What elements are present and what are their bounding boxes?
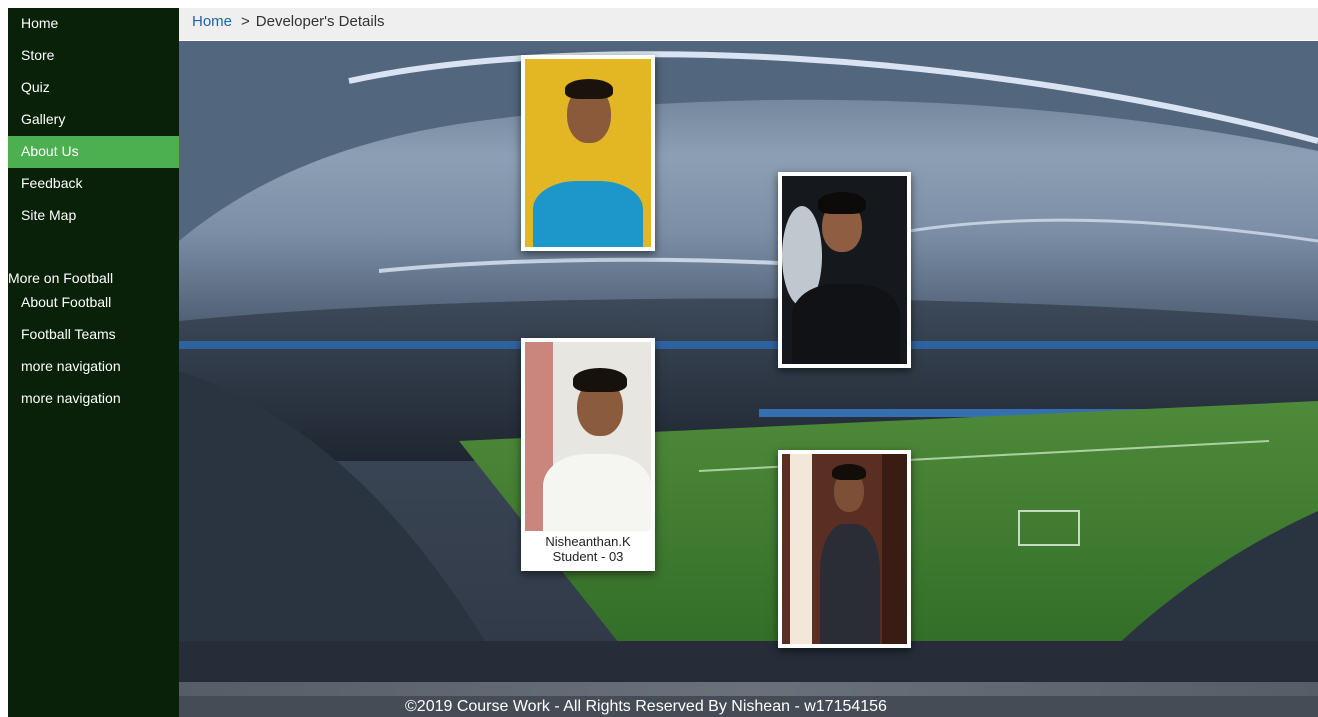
sidebar-group-title: More on Football (8, 270, 114, 286)
developer-card: Nisheanthan.K Student - 03 (521, 338, 655, 571)
footer-copyright: ©2019 Course Work - All Rights Reserved … (405, 698, 887, 715)
developer-photo (782, 176, 907, 364)
developer-photo (782, 454, 907, 644)
breadcrumb-home-link[interactable]: Home (192, 13, 232, 30)
sidebar: Home Store Quiz Gallery About Us Feedbac… (8, 8, 179, 717)
sidebar-item-feedback[interactable]: Feedback (8, 168, 179, 200)
developer-photo (525, 59, 651, 247)
sidebar-item-quiz[interactable]: Quiz (8, 72, 179, 104)
sidebar-item-football-teams[interactable]: Football Teams (8, 319, 179, 351)
developer-name: Nisheanthan.K (545, 534, 631, 549)
developer-card (521, 55, 655, 251)
footer: ©2019 Course Work - All Rights Reserved … (179, 682, 1318, 717)
developer-photo (525, 342, 651, 531)
developer-card (778, 450, 911, 648)
sidebar-item-about-football[interactable]: About Football (8, 287, 179, 319)
sidebar-item-site-map[interactable]: Site Map (8, 200, 179, 232)
breadcrumb: Home > Developer's Details (179, 8, 1318, 40)
sidebar-item-store[interactable]: Store (8, 40, 179, 72)
sidebar-item-home[interactable]: Home (8, 8, 179, 40)
sidebar-item-about-us[interactable]: About Us (8, 136, 179, 168)
sidebar-item-gallery[interactable]: Gallery (8, 104, 179, 136)
stadium-background-image: Nisheanthan.K Student - 03 (179, 41, 1318, 682)
sidebar-submenu: About Football Football Teams more navig… (8, 287, 179, 415)
developer-role: Student - 03 (552, 549, 624, 564)
stadium-illustration (179, 41, 1318, 682)
breadcrumb-separator: > (241, 13, 250, 30)
sidebar-item-more-navigation[interactable]: more navigation (8, 383, 179, 415)
developer-card (778, 172, 911, 368)
breadcrumb-current: Developer's Details (255, 13, 385, 30)
sidebar-item-more-navigation[interactable]: more navigation (8, 351, 179, 383)
